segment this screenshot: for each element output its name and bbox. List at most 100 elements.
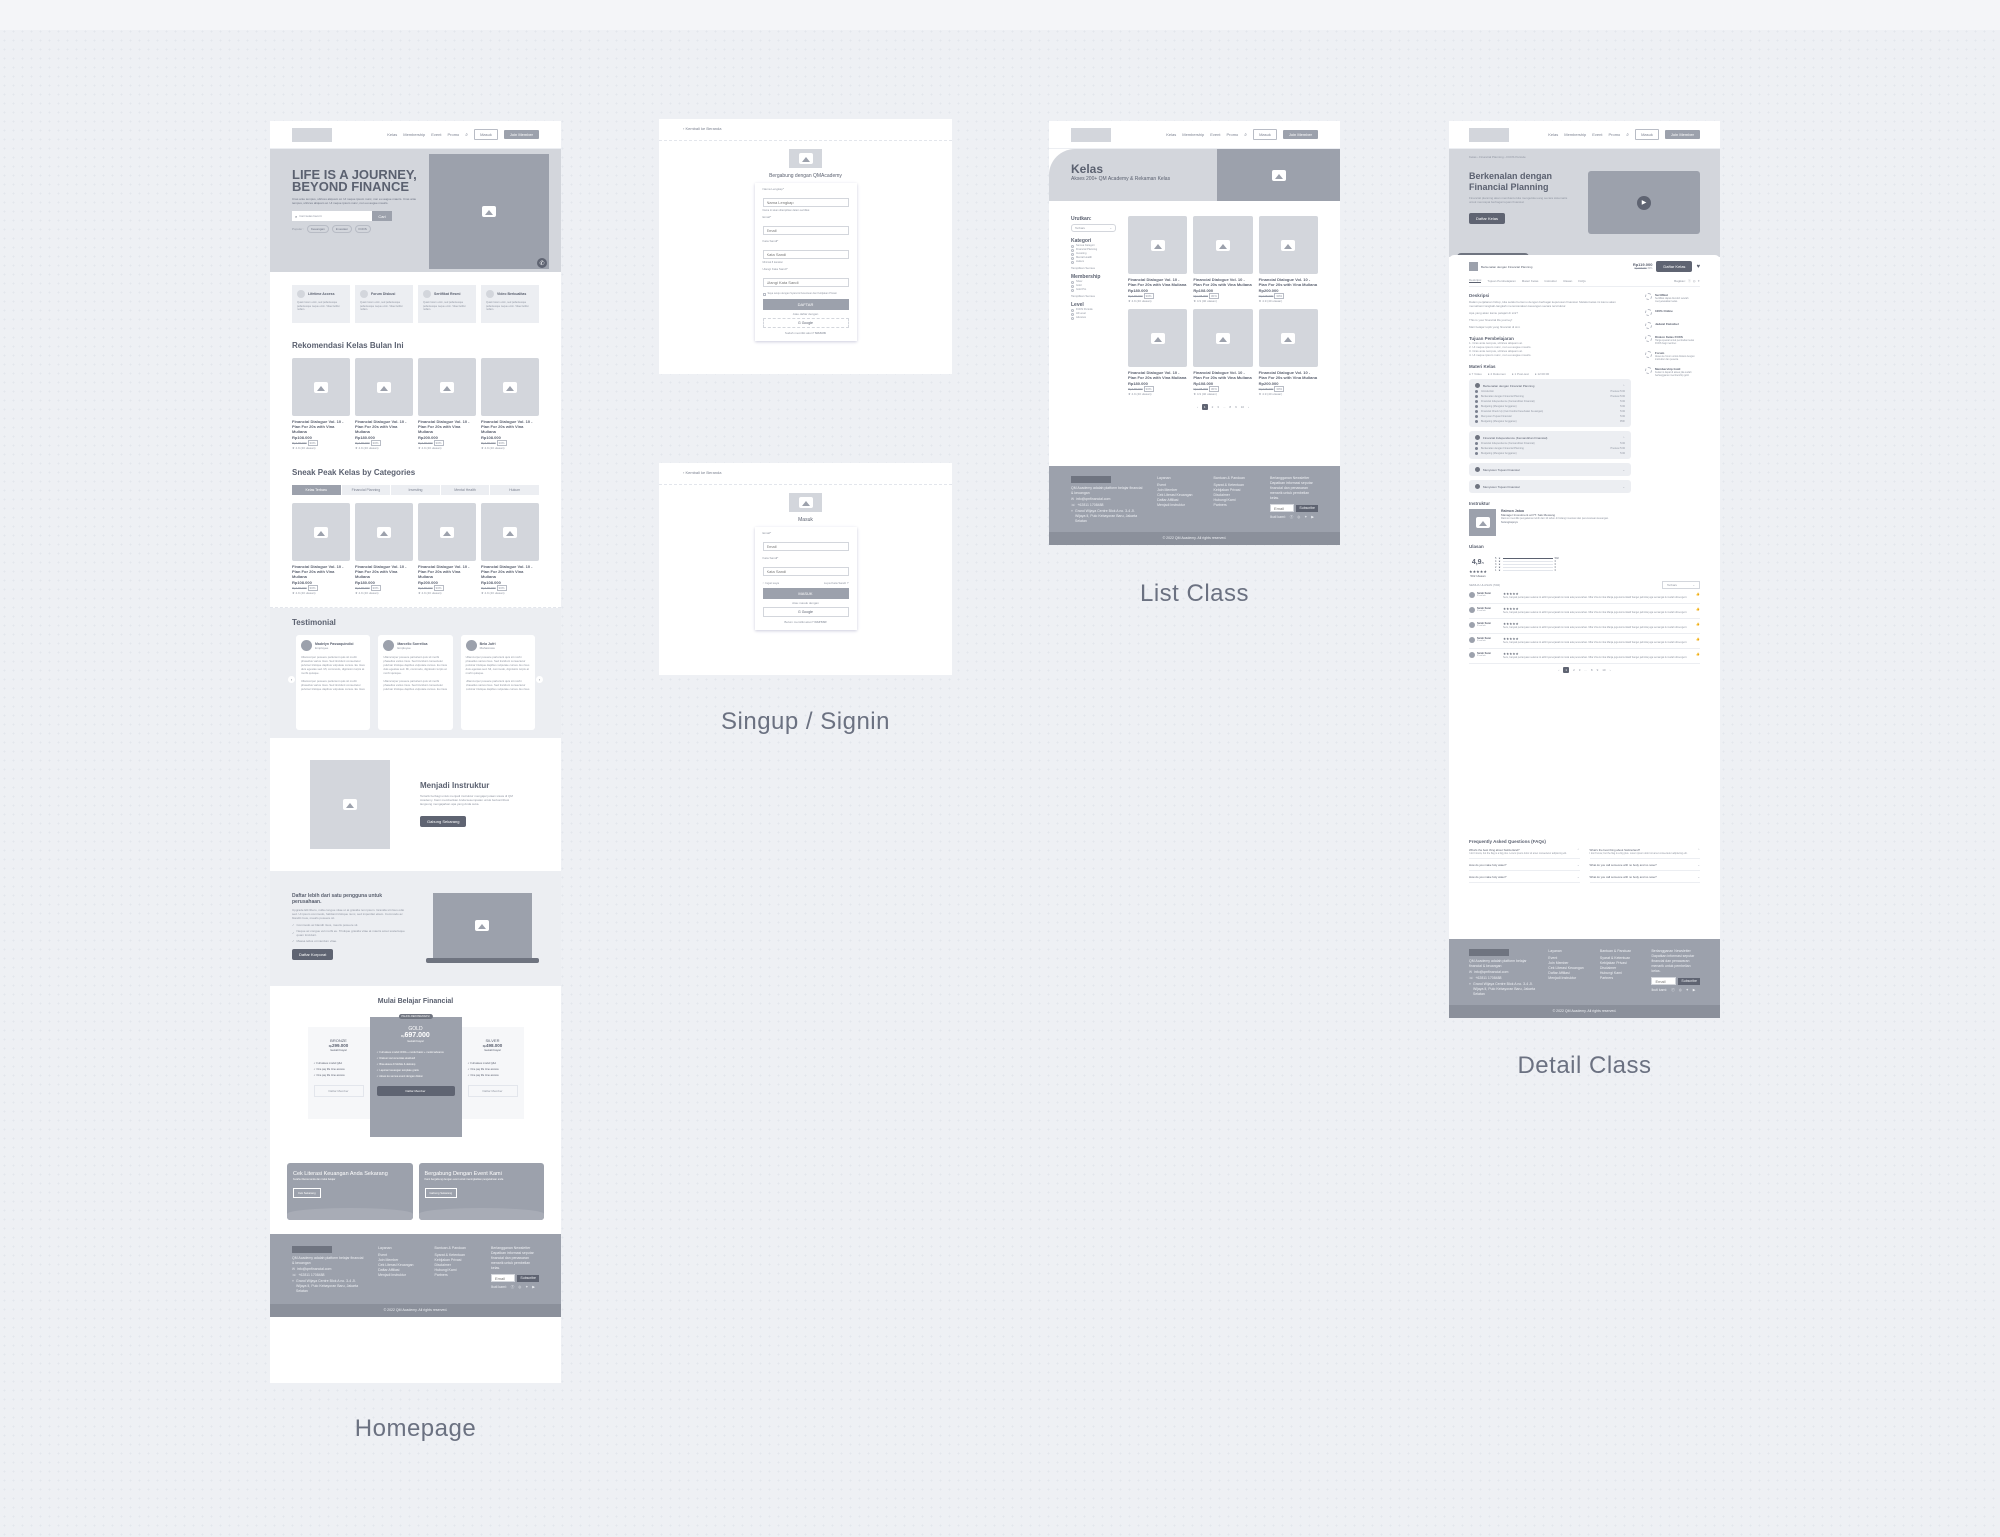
page-button[interactable]: 9 [1597, 668, 1599, 672]
twitter-icon[interactable]: ✦ [1304, 515, 1307, 520]
checkbox[interactable] [1071, 252, 1074, 256]
instagram-icon[interactable]: ◎ [1679, 988, 1682, 993]
checkbox[interactable] [1071, 316, 1074, 320]
detail-tab[interactable]: FAQs [1578, 279, 1586, 283]
level-filter[interactable]: Advance [1071, 316, 1116, 320]
logo[interactable] [292, 127, 332, 142]
course-card[interactable]: Financial Dialogue Vol. 10 - Plan For 20… [1193, 309, 1253, 396]
remember-me-checkbox[interactable]: ○ Ingat saya [763, 581, 780, 585]
video-preview[interactable]: ▶ [1588, 171, 1700, 234]
page-button[interactable]: 8 [1591, 668, 1593, 672]
password-input[interactable] [762, 250, 849, 259]
nav-link-kelas[interactable]: Kelas [387, 132, 397, 137]
page-button[interactable]: ... [1584, 668, 1587, 672]
lesson-row[interactable]: Financial Independence (Kemandirian Fina… [1475, 442, 1625, 445]
signin-submit-button[interactable]: MASUK [762, 588, 849, 599]
forgot-password-link[interactable]: Lupa Kata Sandi ? [824, 581, 849, 585]
membership-filter[interactable]: Gold Pro [1071, 288, 1116, 292]
chevron-down-icon[interactable]: ⌄ [1622, 468, 1625, 472]
show-all-categories-link[interactable]: Tampilkan Semua [1071, 266, 1116, 270]
lesson-row[interactable]: Financial Independence (Kemandirian Fina… [1475, 400, 1625, 403]
like-icon[interactable]: 👍 [1696, 652, 1700, 659]
subscribe-button[interactable]: Subscribe [1678, 977, 1700, 985]
signup-submit-button[interactable]: DAFTAR [762, 299, 849, 310]
back-to-home-link[interactable]: ‹ Kembali ke Beranda [659, 119, 952, 141]
lesson-row[interactable]: Introduction Preview 5:00 [1475, 390, 1625, 393]
preview-link[interactable]: Preview [1611, 447, 1620, 450]
newsletter-email-input[interactable] [1270, 504, 1295, 512]
password-input[interactable] [762, 567, 849, 576]
review-sort-select[interactable]: Terbaru ⌄ [1662, 581, 1700, 589]
checkbox[interactable] [1071, 248, 1074, 252]
cta-card-button[interactable]: Cek Sekarang [293, 1188, 321, 1198]
detail-tab[interactable]: Instruktur [1544, 279, 1557, 283]
instagram-icon[interactable]: ◎ [518, 1285, 521, 1290]
prev-page-button[interactable]: ‹ [1197, 405, 1198, 409]
lesson-row[interactable]: Budgeting (Mengatur Anggaran) PDF [1475, 420, 1625, 423]
course-card[interactable]: Financial Dialogue Vol. 10 - Plan For 20… [418, 503, 476, 595]
page-button[interactable]: 1 [1563, 667, 1570, 673]
checkbox[interactable] [1071, 256, 1074, 260]
page-button[interactable]: 10 [1602, 668, 1605, 672]
nav-link-promo[interactable]: Promo [1227, 132, 1239, 137]
preview-link[interactable]: Preview [1611, 395, 1620, 398]
nav-link-membership[interactable]: Membership [1564, 132, 1586, 137]
facebook-icon[interactable]: ⓕ [1688, 279, 1691, 283]
instagram-icon[interactable]: ◎ [1297, 515, 1300, 520]
checkbox[interactable] [1071, 312, 1074, 316]
lesson-row[interactable]: Budgeting (Mengatur Anggaran) 5:00 [1475, 452, 1625, 455]
footer-link[interactable]: Partners [1600, 976, 1642, 981]
page-button[interactable]: 2 [1573, 668, 1575, 672]
google-signup-button[interactable]: G Google [762, 318, 849, 328]
faq-item[interactable]: How do you make holy water? ⌄ [1469, 875, 1580, 883]
lesson-row[interactable]: Berkenalan dengan Financial Planning Prev… [1475, 447, 1625, 450]
fullname-input[interactable] [762, 198, 849, 207]
hero-search-button[interactable]: Cari [372, 211, 392, 221]
next-page-button[interactable]: › [1248, 405, 1249, 409]
page-button[interactable]: 1 [1201, 404, 1208, 410]
newsletter-email-input[interactable] [491, 1274, 516, 1282]
course-card[interactable]: Financial Dialogue Vol. 10 - Plan For 20… [1258, 216, 1318, 303]
login-button[interactable]: Masuk [1253, 129, 1277, 140]
whatsapp-button[interactable]: ✆ [537, 258, 547, 268]
nav-link-kelas[interactable]: Kelas [1166, 132, 1176, 137]
nav-link-event[interactable]: Event [1592, 132, 1602, 137]
lesson-row[interactable]: Budgeting (Mengatur Anggaran) 5:00 [1475, 405, 1625, 408]
facebook-icon[interactable]: ⓕ [1290, 515, 1294, 520]
page-button[interactable]: 3 [1217, 405, 1219, 409]
course-card[interactable]: Financial Dialogue Vol. 10 - Plan For 20… [418, 358, 476, 450]
join-instructor-button[interactable]: Gabung Sekarang [420, 816, 467, 827]
youtube-icon[interactable]: ▶ [532, 1285, 535, 1290]
course-card[interactable]: Financial Dialogue Vol. 10 - Plan For 20… [1258, 309, 1318, 396]
module-accordion[interactable]: Financial Independence (Kemandirian Fina… [1469, 431, 1631, 459]
search-icon[interactable]: ⌕ [1626, 132, 1629, 138]
category-tab[interactable]: Hukum [490, 485, 539, 495]
checkbox[interactable] [1071, 308, 1074, 312]
twitter-icon[interactable]: ✦ [1686, 988, 1689, 993]
google-signin-button[interactable]: G Google [762, 607, 849, 617]
footer-link[interactable]: Menjadi Instruktur [1548, 976, 1590, 981]
faq-item[interactable]: How do you make holy water? ⌄ [1469, 863, 1580, 871]
email-input[interactable] [762, 542, 849, 551]
popular-tag[interactable]: FCDS [354, 225, 371, 233]
chevron-up-icon[interactable]: ⌃ [1622, 436, 1625, 440]
detail-tab[interactable]: Deskripsi [1469, 278, 1482, 283]
youtube-icon[interactable]: ▶ [1693, 988, 1696, 993]
detail-tab[interactable]: Materi Kelas [1522, 279, 1539, 283]
category-filter[interactable]: Hukum [1071, 260, 1116, 264]
read-more-link[interactable]: Selengkapnya [1501, 521, 1518, 524]
nav-link-event[interactable]: Event [431, 132, 441, 137]
course-card[interactable]: Financial Dialogue Vol. 10 - Plan For 20… [292, 503, 350, 595]
sort-select[interactable]: Terbaru ⌄ [1071, 224, 1116, 232]
course-card[interactable]: Financial Dialogue Vol. 10 - Plan For 20… [355, 503, 413, 595]
agree-checkbox[interactable] [762, 292, 766, 296]
page-button[interactable]: 8 [1229, 405, 1231, 409]
show-all-membership-link[interactable]: Tampilkan Semua [1071, 294, 1116, 298]
checkbox[interactable] [1071, 284, 1074, 288]
next-page-button[interactable]: › [1610, 668, 1611, 672]
search-icon[interactable]: ⌕ [1244, 132, 1247, 138]
checkbox[interactable] [1071, 280, 1074, 284]
faq-item[interactable]: What do you call someone with no body an… [1589, 863, 1700, 871]
course-card[interactable]: Financial Dialogue Vol. 10 - Plan For 20… [481, 503, 539, 595]
category-tab[interactable]: Kelas Terbaru [292, 485, 341, 495]
